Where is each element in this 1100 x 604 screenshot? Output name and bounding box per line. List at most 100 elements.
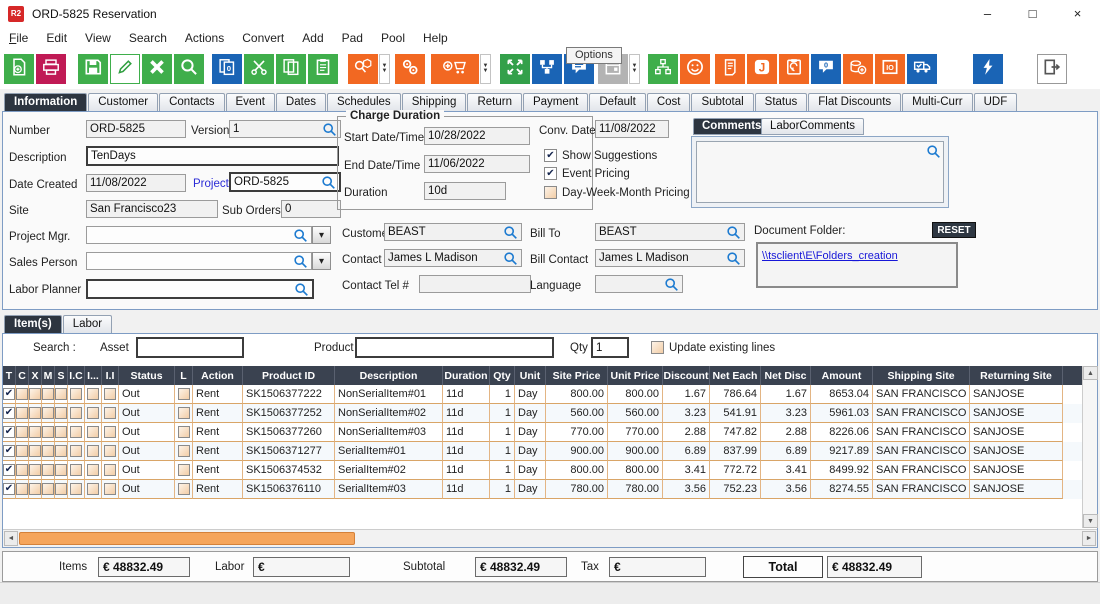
row-flag-checkbox[interactable] xyxy=(29,388,41,400)
expand-button[interactable] xyxy=(500,54,530,84)
scroll-left-icon[interactable]: ◄ xyxy=(4,531,18,546)
row-flag-checkbox[interactable] xyxy=(29,483,41,495)
row-flag-checkbox[interactable] xyxy=(29,407,41,419)
table-row[interactable]: OutRentSK1506377252NonSerialItem#0211d1D… xyxy=(3,404,1097,423)
site-field[interactable]: San Francisco23 xyxy=(86,200,218,218)
tab-status[interactable]: Status xyxy=(755,93,808,111)
column-header-m[interactable]: M xyxy=(42,366,55,385)
column-header-net-disc[interactable]: Net Disc xyxy=(761,366,811,385)
row-flag-checkbox[interactable] xyxy=(29,426,41,438)
tab-items[interactable]: Item(s) xyxy=(4,315,62,333)
scrollbar-thumb[interactable] xyxy=(19,532,355,545)
start-date-field[interactable]: 10/28/2022 xyxy=(424,127,530,145)
row-flag-checkbox[interactable] xyxy=(42,483,54,495)
comments-textarea[interactable] xyxy=(696,141,944,203)
comments-count-button[interactable]: 0 xyxy=(811,54,841,84)
tab-default[interactable]: Default xyxy=(589,93,645,111)
column-header-qty[interactable]: Qty xyxy=(490,366,515,385)
smiley-button[interactable] xyxy=(680,54,710,84)
row-flag-checkbox[interactable] xyxy=(178,388,190,400)
row-flag-checkbox[interactable] xyxy=(87,388,99,400)
menu-pool[interactable]: Pool xyxy=(372,31,414,45)
journal-button[interactable]: J xyxy=(747,54,777,84)
search-icon[interactable] xyxy=(503,225,518,240)
column-header-returning-site[interactable]: Returning Site xyxy=(970,366,1063,385)
row-flag-checkbox[interactable] xyxy=(104,464,116,476)
menu-help[interactable]: Help xyxy=(414,31,457,45)
bill-contact-field[interactable]: James L Madison xyxy=(595,249,745,267)
row-flag-checkbox[interactable] xyxy=(55,407,67,419)
row-flag-checkbox[interactable] xyxy=(70,464,82,476)
add-po-button[interactable] xyxy=(431,54,479,84)
row-flag-checkbox[interactable] xyxy=(29,445,41,457)
search-icon[interactable] xyxy=(321,175,336,190)
project-label[interactable]: Project xyxy=(193,178,229,190)
horizontal-scrollbar[interactable]: ◄ ► xyxy=(3,529,1097,547)
row-flag-checkbox[interactable] xyxy=(55,483,67,495)
add-money-button[interactable] xyxy=(843,54,873,84)
project-mgr-dropdown[interactable] xyxy=(312,226,331,244)
row-flag-checkbox[interactable] xyxy=(70,426,82,438)
search-icon[interactable] xyxy=(294,282,309,297)
find-product-button[interactable] xyxy=(348,54,378,84)
row-selected-checkbox[interactable] xyxy=(3,426,15,438)
row-flag-checkbox[interactable] xyxy=(55,426,67,438)
row-flag-checkbox[interactable] xyxy=(55,445,67,457)
row-flag-checkbox[interactable] xyxy=(104,388,116,400)
asset-input[interactable] xyxy=(136,337,244,358)
show-suggestions-checkbox[interactable]: Show Suggestions xyxy=(544,149,657,162)
menu-actions[interactable]: Actions xyxy=(176,31,233,45)
tab-dates[interactable]: Dates xyxy=(276,93,326,111)
column-header-description[interactable]: Description xyxy=(335,366,443,385)
bill-to-field[interactable]: BEAST xyxy=(595,223,745,241)
maximize-button[interactable]: □ xyxy=(1010,0,1055,27)
row-flag-checkbox[interactable] xyxy=(29,464,41,476)
tab-customer[interactable]: Customer xyxy=(88,93,158,111)
flash-button[interactable] xyxy=(973,54,1003,84)
scroll-down-icon[interactable]: ▼ xyxy=(1083,514,1098,528)
edit-button[interactable] xyxy=(110,54,140,84)
table-row[interactable]: OutRentSK1506371277SerialItem#0111d1Day9… xyxy=(3,442,1097,461)
print-button[interactable] xyxy=(36,54,66,84)
row-flag-checkbox[interactable] xyxy=(87,483,99,495)
row-flag-checkbox[interactable] xyxy=(70,445,82,457)
safe-button[interactable]: IO xyxy=(875,54,905,84)
scroll-right-icon[interactable]: ► xyxy=(1082,531,1096,546)
search-icon[interactable] xyxy=(726,225,741,240)
tab-subtotal[interactable]: Subtotal xyxy=(691,93,753,111)
column-header-c[interactable]: C xyxy=(16,366,29,385)
vertical-scrollbar[interactable]: ▲ ▼ xyxy=(1082,366,1097,528)
column-header-shipping-site[interactable]: Shipping Site xyxy=(873,366,970,385)
menu-edit[interactable]: Edit xyxy=(37,31,76,45)
row-flag-checkbox[interactable] xyxy=(104,445,116,457)
row-flag-checkbox[interactable] xyxy=(16,445,28,457)
tab-labor-comments[interactable]: LaborComments xyxy=(761,118,864,135)
search-icon[interactable] xyxy=(664,277,679,292)
customer-field[interactable]: BEAST xyxy=(384,223,522,241)
search-button[interactable] xyxy=(174,54,204,84)
menu-convert[interactable]: Convert xyxy=(233,31,293,45)
menu-pad[interactable]: Pad xyxy=(333,31,372,45)
return-button[interactable] xyxy=(779,54,809,84)
row-selected-checkbox[interactable] xyxy=(3,464,15,476)
find-product-button-dropdown[interactable]: ▼▼ xyxy=(379,54,390,84)
row-flag-checkbox[interactable] xyxy=(42,445,54,457)
row-selected-checkbox[interactable] xyxy=(3,445,15,457)
row-flag-checkbox[interactable] xyxy=(42,426,54,438)
scroll-up-icon[interactable]: ▲ xyxy=(1083,366,1098,380)
document-folder-link[interactable]: \\tsclient\E\Folders_creation xyxy=(762,250,898,262)
menu-search[interactable]: Search xyxy=(120,31,176,45)
row-flag-checkbox[interactable] xyxy=(178,483,190,495)
copy-count-button[interactable]: 0 xyxy=(212,54,242,84)
calendar-button-dropdown[interactable]: ▼▼ xyxy=(629,54,640,84)
column-header-site-price[interactable]: Site Price xyxy=(546,366,608,385)
tab-udf[interactable]: UDF xyxy=(974,93,1018,111)
column-header-unit[interactable]: Unit xyxy=(515,366,546,385)
row-flag-checkbox[interactable] xyxy=(70,407,82,419)
event-pricing-checkbox[interactable]: Event Pricing xyxy=(544,167,630,180)
list-button[interactable] xyxy=(715,54,745,84)
close-button[interactable]: × xyxy=(1055,0,1100,27)
table-row[interactable]: OutRentSK1506376110SerialItem#0311d1Day7… xyxy=(3,480,1097,499)
options-gear-button[interactable] xyxy=(395,54,425,84)
row-flag-checkbox[interactable] xyxy=(16,407,28,419)
